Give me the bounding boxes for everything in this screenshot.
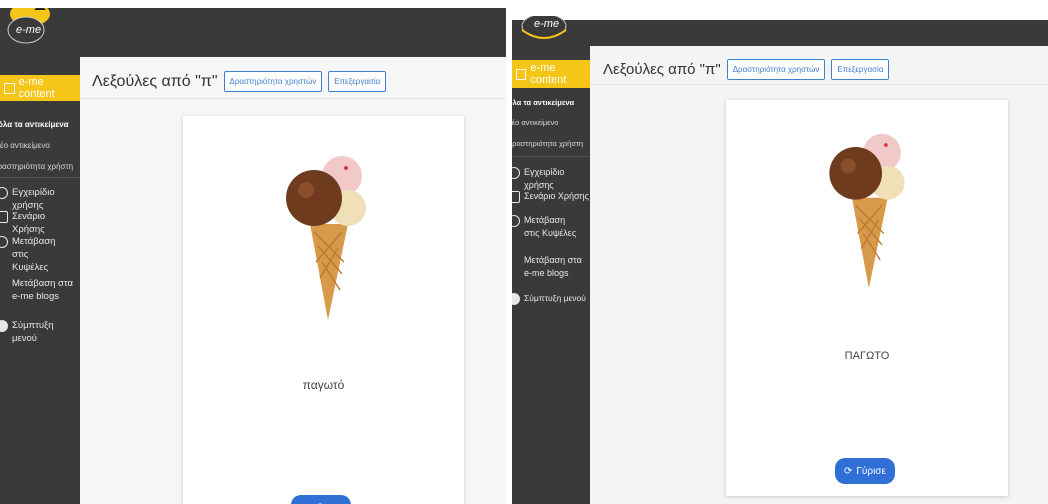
sidebar: e-me content όλα τα αντικείμενα νέο αντι…: [0, 57, 80, 504]
right-screenshot: e-me e-me content όλα τα αντικείμενα νέο…: [512, 0, 1048, 504]
sidebar-item-blogs[interactable]: Μετάβαση στα e-me blogs: [512, 254, 590, 280]
content-header: Λεξούλες από "π" Δραστηριότητα χρηστών Ε…: [92, 71, 387, 92]
sidebar-divider: [512, 156, 590, 157]
sidebar-item-manual[interactable]: Εγχειρίδιο χρήσης: [512, 166, 590, 192]
flashcard-word: ΠΑΓΩΤΟ: [844, 350, 890, 362]
sidebar: e-me content όλα τα αντικείμενα νέο αντι…: [512, 46, 590, 504]
sidebar-item-label: Σύμπτυξη μενού: [12, 320, 54, 344]
top-bar: e-me: [512, 16, 1048, 46]
sidebar-header-label: e-me content: [18, 76, 55, 100]
document-icon: [512, 191, 520, 203]
sidebar-item-label: Μετάβαση στις Κυψέλες: [524, 215, 577, 238]
sidebar-header[interactable]: e-me content: [512, 60, 590, 88]
window-gap: [512, 0, 1048, 20]
sidebar-item-hives[interactable]: Μετάβαση στις Κυψέλες: [512, 214, 582, 240]
flashcard-word: παγωτό: [302, 378, 345, 392]
collapse-icon: [0, 320, 8, 332]
content-header: Λεξούλες από "π" Δραστηριότητα χρηστών Ε…: [603, 59, 890, 80]
sidebar-item-collapse[interactable]: Σύμπτυξη μενού: [0, 319, 80, 345]
blog-icon: [512, 255, 520, 267]
sidebar-subitem-all[interactable]: όλα τα αντικείμενα: [0, 120, 78, 129]
content-icon: [4, 82, 15, 94]
sidebar-subitem-activity[interactable]: δραστηριότητα χρήστη: [0, 162, 73, 171]
header-divider: [80, 98, 506, 99]
sidebar-subitem-activity[interactable]: δραστηριότητα χρήστη: [512, 139, 588, 148]
blog-icon: [0, 278, 8, 290]
document-icon: [0, 211, 8, 223]
sidebar-divider: [0, 177, 80, 178]
sidebar-subitem-all[interactable]: όλα τα αντικείμενα: [512, 98, 588, 107]
content-icon: [516, 68, 527, 80]
page-title: Λεξούλες από "π": [92, 72, 218, 90]
sidebar-item-label: Εγχειρίδιο χρήσης: [524, 167, 565, 190]
hive-icon: [512, 215, 520, 227]
sidebar-item-scenario[interactable]: Σενάριο Χρήσης: [512, 190, 590, 203]
help-circle-icon: [512, 167, 520, 179]
sidebar-item-blogs[interactable]: Μετάβαση στα e-me blogs: [0, 277, 78, 303]
edit-button[interactable]: Επεξεργασία: [831, 59, 890, 80]
flip-button[interactable]: ⟳ Γύρισε: [835, 458, 895, 484]
refresh-icon: ⟳: [844, 465, 853, 477]
sidebar-item-scenario[interactable]: Σενάριο Χρήσης: [0, 210, 80, 236]
user-activity-button[interactable]: Δραστηριότητα χρηστών: [223, 71, 323, 92]
collapse-icon: [512, 293, 520, 305]
flip-button[interactable]: ⟳: [291, 495, 351, 504]
flip-button-label: Γύρισε: [856, 465, 886, 477]
sidebar-item-label: Μετάβαση στις Κυψέλες: [12, 236, 56, 273]
edit-button[interactable]: Επεξεργασία: [328, 71, 387, 92]
user-activity-button[interactable]: Δραστηριότητα χρηστών: [726, 59, 826, 80]
ice-cream-image: [286, 156, 366, 320]
sidebar-item-hives[interactable]: Μετάβαση στις Κυψέλες: [0, 235, 62, 274]
sidebar-item-label: Μετάβαση στα e-me blogs: [524, 255, 582, 278]
sidebar-item-label: Σενάριο Χρήσης: [12, 211, 46, 235]
flashcard-front[interactable]: παγωτό ⟳: [183, 116, 464, 504]
flashcard-back[interactable]: ΠΑΓΩΤΟ ⟳ Γύρισε: [726, 100, 1008, 496]
help-circle-icon: [0, 187, 8, 199]
top-bar: e-me: [0, 8, 506, 57]
sidebar-header[interactable]: e-me content: [0, 75, 80, 101]
hive-icon: [0, 236, 8, 248]
sidebar-subitem-new[interactable]: νέο αντικείμενο: [0, 141, 76, 150]
sidebar-subitem-new[interactable]: νέο αντικείμενο: [512, 118, 588, 127]
sidebar-item-label: Εγχειρίδιο χρήσης: [12, 187, 55, 211]
sidebar-header-label: e-me content: [530, 62, 567, 86]
sidebar-item-label: Σενάριο Χρήσης: [524, 191, 589, 201]
page-title: Λεξούλες από "π": [603, 61, 721, 78]
ice-cream-image: [829, 133, 905, 289]
sidebar-item-label: Μετάβαση στα e-me blogs: [12, 278, 73, 302]
sidebar-item-manual[interactable]: Εγχειρίδιο χρήσης: [0, 186, 80, 212]
header-divider: [590, 84, 1048, 85]
sidebar-item-label: Σύμπτυξη μενού: [524, 293, 586, 303]
sidebar-item-collapse[interactable]: Σύμπτυξη μενού: [512, 292, 590, 305]
logo-text: e-me: [16, 24, 42, 36]
left-screenshot: e-me e-me content όλα τα αντικείμενα νέο…: [0, 8, 506, 504]
logo-text: e-me: [534, 18, 560, 30]
